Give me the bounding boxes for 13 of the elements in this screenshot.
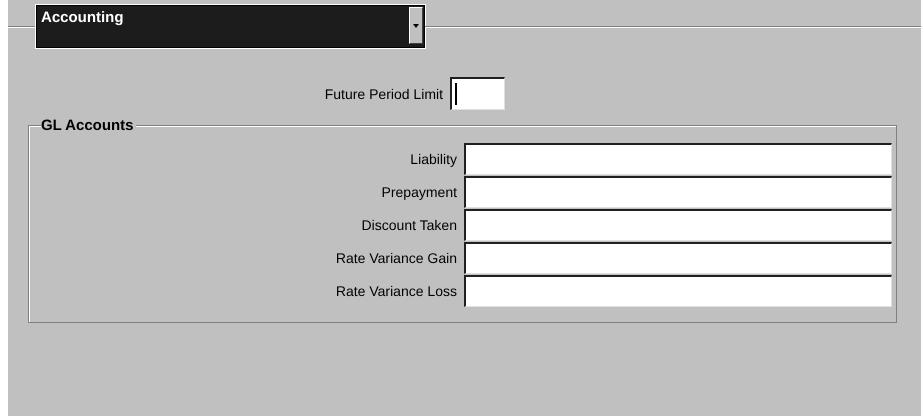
account-field[interactable]: [464, 176, 892, 208]
field-label: Rate Variance Loss: [334, 283, 458, 299]
account-field[interactable]: [464, 209, 892, 241]
account-field[interactable]: [464, 275, 892, 307]
region-dropdown[interactable]: Accounting: [36, 5, 425, 48]
field-label: Discount Taken: [360, 217, 458, 233]
account-field[interactable]: [464, 242, 892, 274]
field-label: Prepayment: [380, 184, 458, 200]
field-label: Liability: [409, 151, 458, 167]
field-label: Rate Variance Gain: [334, 250, 458, 266]
account-field[interactable]: [464, 143, 892, 175]
field-label: Future Period Limit: [324, 86, 444, 102]
future-period-limit-field[interactable]: [450, 77, 505, 110]
